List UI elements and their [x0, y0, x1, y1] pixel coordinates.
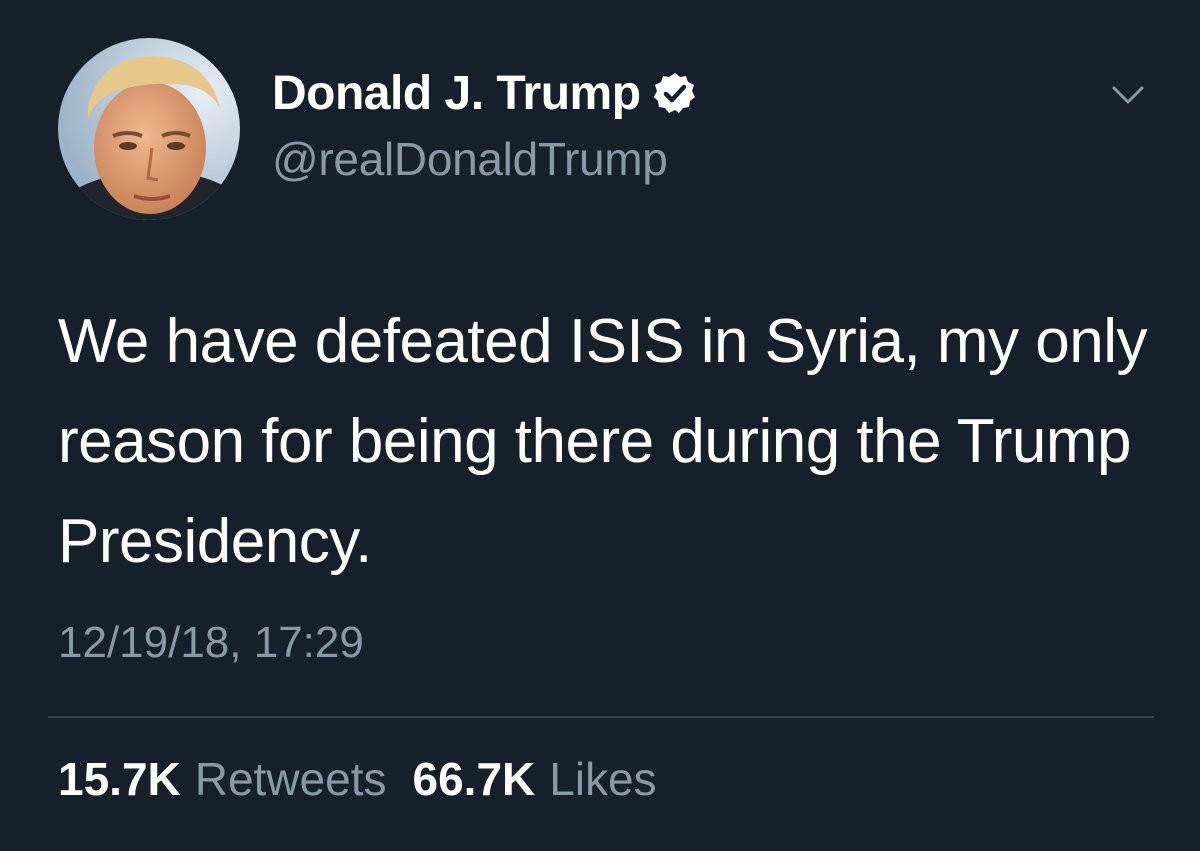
author-name-row[interactable]: Donald J. Trump [272, 62, 697, 124]
profile-photo-icon [58, 38, 240, 220]
retweets-stat[interactable]: 15.7K Retweets [58, 752, 387, 806]
verified-badge-icon [653, 73, 695, 113]
likes-stat[interactable]: 66.7K Likes [413, 752, 657, 806]
tweet-stats: 15.7K Retweets 66.7K Likes [58, 752, 657, 806]
likes-count: 66.7K [412, 753, 536, 805]
tweet-text: We have defeated ISIS in Syria, my only … [58, 307, 1148, 576]
divider [48, 716, 1154, 718]
retweets-label: Retweets [194, 753, 387, 805]
author-handle[interactable]: @realDonaldTrump [272, 132, 668, 186]
likes-label: Likes [549, 753, 657, 805]
chevron-down-icon[interactable] [1110, 82, 1146, 108]
display-name[interactable]: Donald J. Trump [272, 66, 641, 121]
tweet-card: Donald J. Trump @realDonaldTrump We have… [0, 0, 1200, 851]
avatar[interactable] [58, 38, 240, 220]
tweet-timestamp[interactable]: 12/19/18, 17:29 [58, 618, 364, 668]
retweets-count: 15.7K [58, 753, 181, 805]
